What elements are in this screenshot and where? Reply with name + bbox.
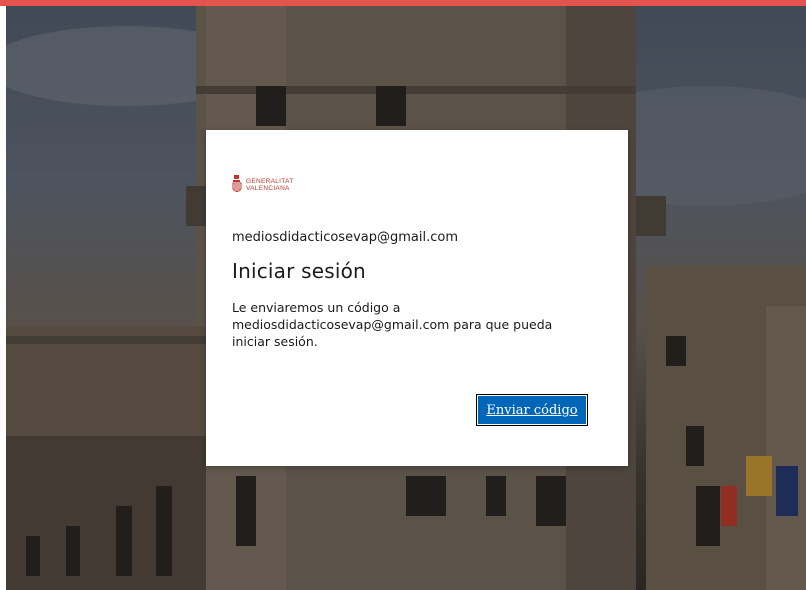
generalitat-crest-icon [232, 175, 242, 192]
logo-line-2: VALENCIANA [246, 185, 290, 192]
signin-description: Le enviaremos un código a mediosdidactic… [232, 300, 553, 349]
send-code-button[interactable]: Enviar código [476, 394, 588, 426]
logo-line-1: GENERALITAT [246, 178, 294, 185]
account-identity: mediosdidacticosevap@gmail.com [232, 230, 458, 245]
generalitat-logo: GENERALITAT VALENCIANA [232, 174, 584, 196]
signin-card: GENERALITAT VALENCIANA mediosdidacticose… [206, 130, 628, 466]
page-title: Iniciar sesión [232, 259, 366, 283]
